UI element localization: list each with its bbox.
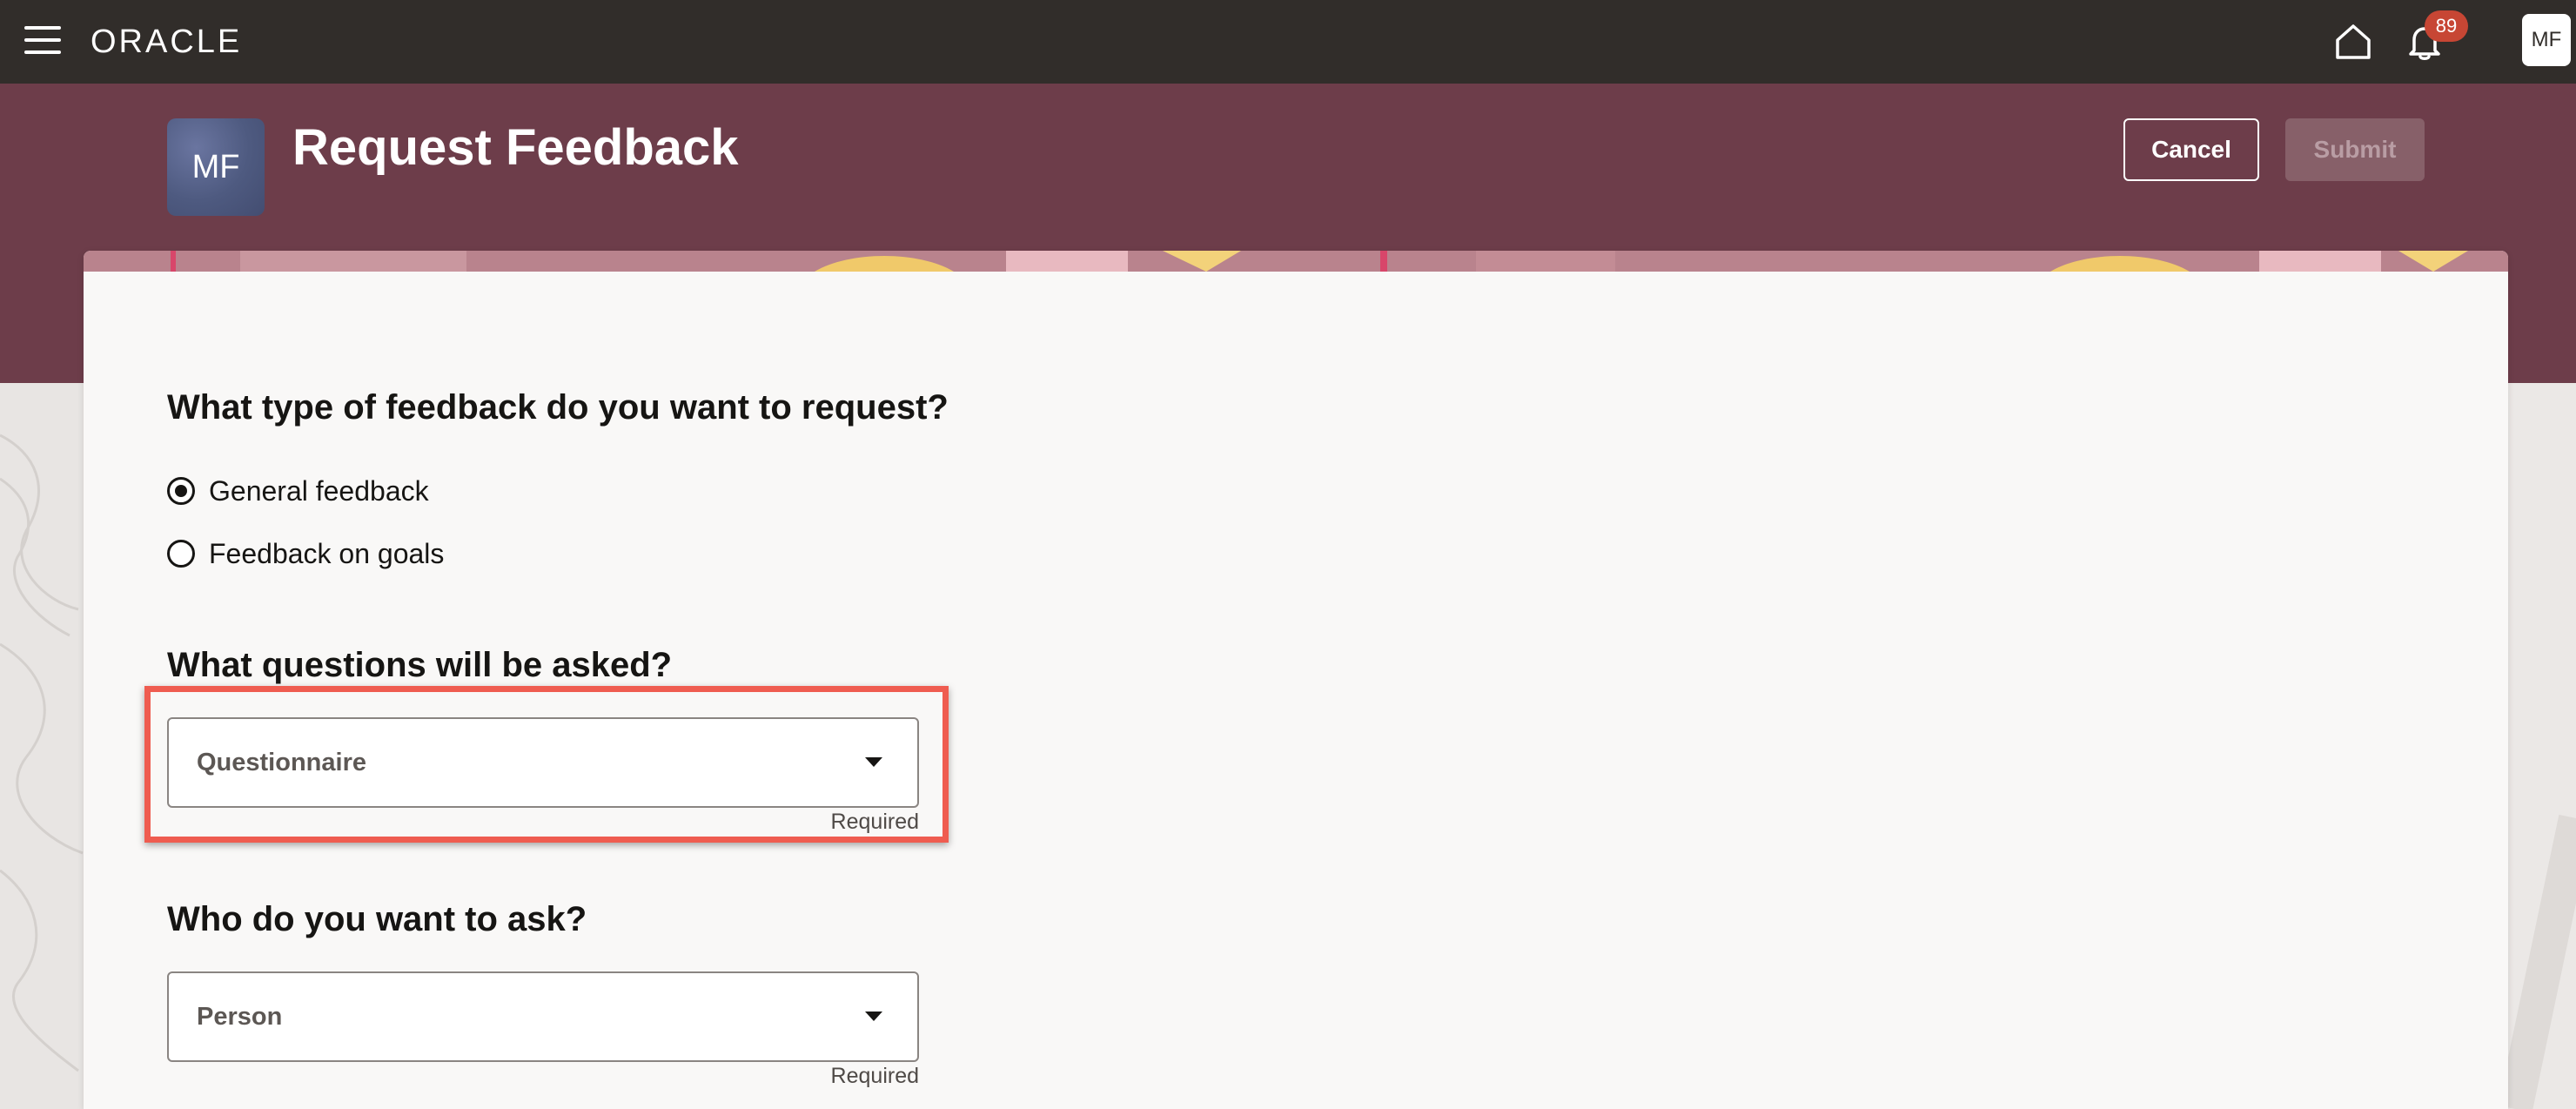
hamburger-menu-icon[interactable]	[24, 26, 61, 54]
required-helper-text: Required	[830, 810, 919, 834]
recipients-heading: Who do you want to ask?	[167, 900, 587, 938]
page-avatar: MF	[167, 118, 265, 216]
radio-label[interactable]: General feedback	[209, 472, 429, 510]
background-pattern-right	[2506, 383, 2576, 1109]
select-placeholder: Person	[197, 1003, 283, 1031]
oracle-logo[interactable]: ORACLE	[91, 23, 242, 61]
select-placeholder: Questionnaire	[197, 749, 366, 776]
notification-count-badge: 89	[2425, 10, 2468, 42]
global-header: ORACLE 89 MF	[0, 0, 2576, 84]
feedback-form-card: What type of feedback do you want to req…	[84, 251, 2508, 1109]
cancel-button[interactable]: Cancel	[2123, 118, 2259, 181]
required-helper-text: Required	[830, 1064, 919, 1088]
page-title: Request Feedback	[292, 119, 739, 176]
radio-selected-dot	[175, 485, 187, 497]
user-avatar[interactable]: MF	[2522, 14, 2571, 66]
home-icon[interactable]	[2332, 21, 2374, 63]
questions-heading: What questions will be asked?	[167, 646, 673, 684]
submit-button: Submit	[2285, 118, 2425, 181]
chevron-down-icon[interactable]	[865, 757, 882, 767]
radio-label[interactable]: Feedback on goals	[209, 534, 444, 573]
decorative-banner	[84, 251, 2508, 272]
questionnaire-select[interactable]: Questionnaire	[167, 717, 919, 808]
background-pattern-left	[0, 383, 87, 1109]
person-select[interactable]: Person	[167, 971, 919, 1062]
radio-button[interactable]	[167, 477, 195, 505]
radio-button[interactable]	[167, 540, 195, 568]
chevron-down-icon[interactable]	[865, 1012, 882, 1021]
feedback-type-heading: What type of feedback do you want to req…	[167, 388, 949, 427]
